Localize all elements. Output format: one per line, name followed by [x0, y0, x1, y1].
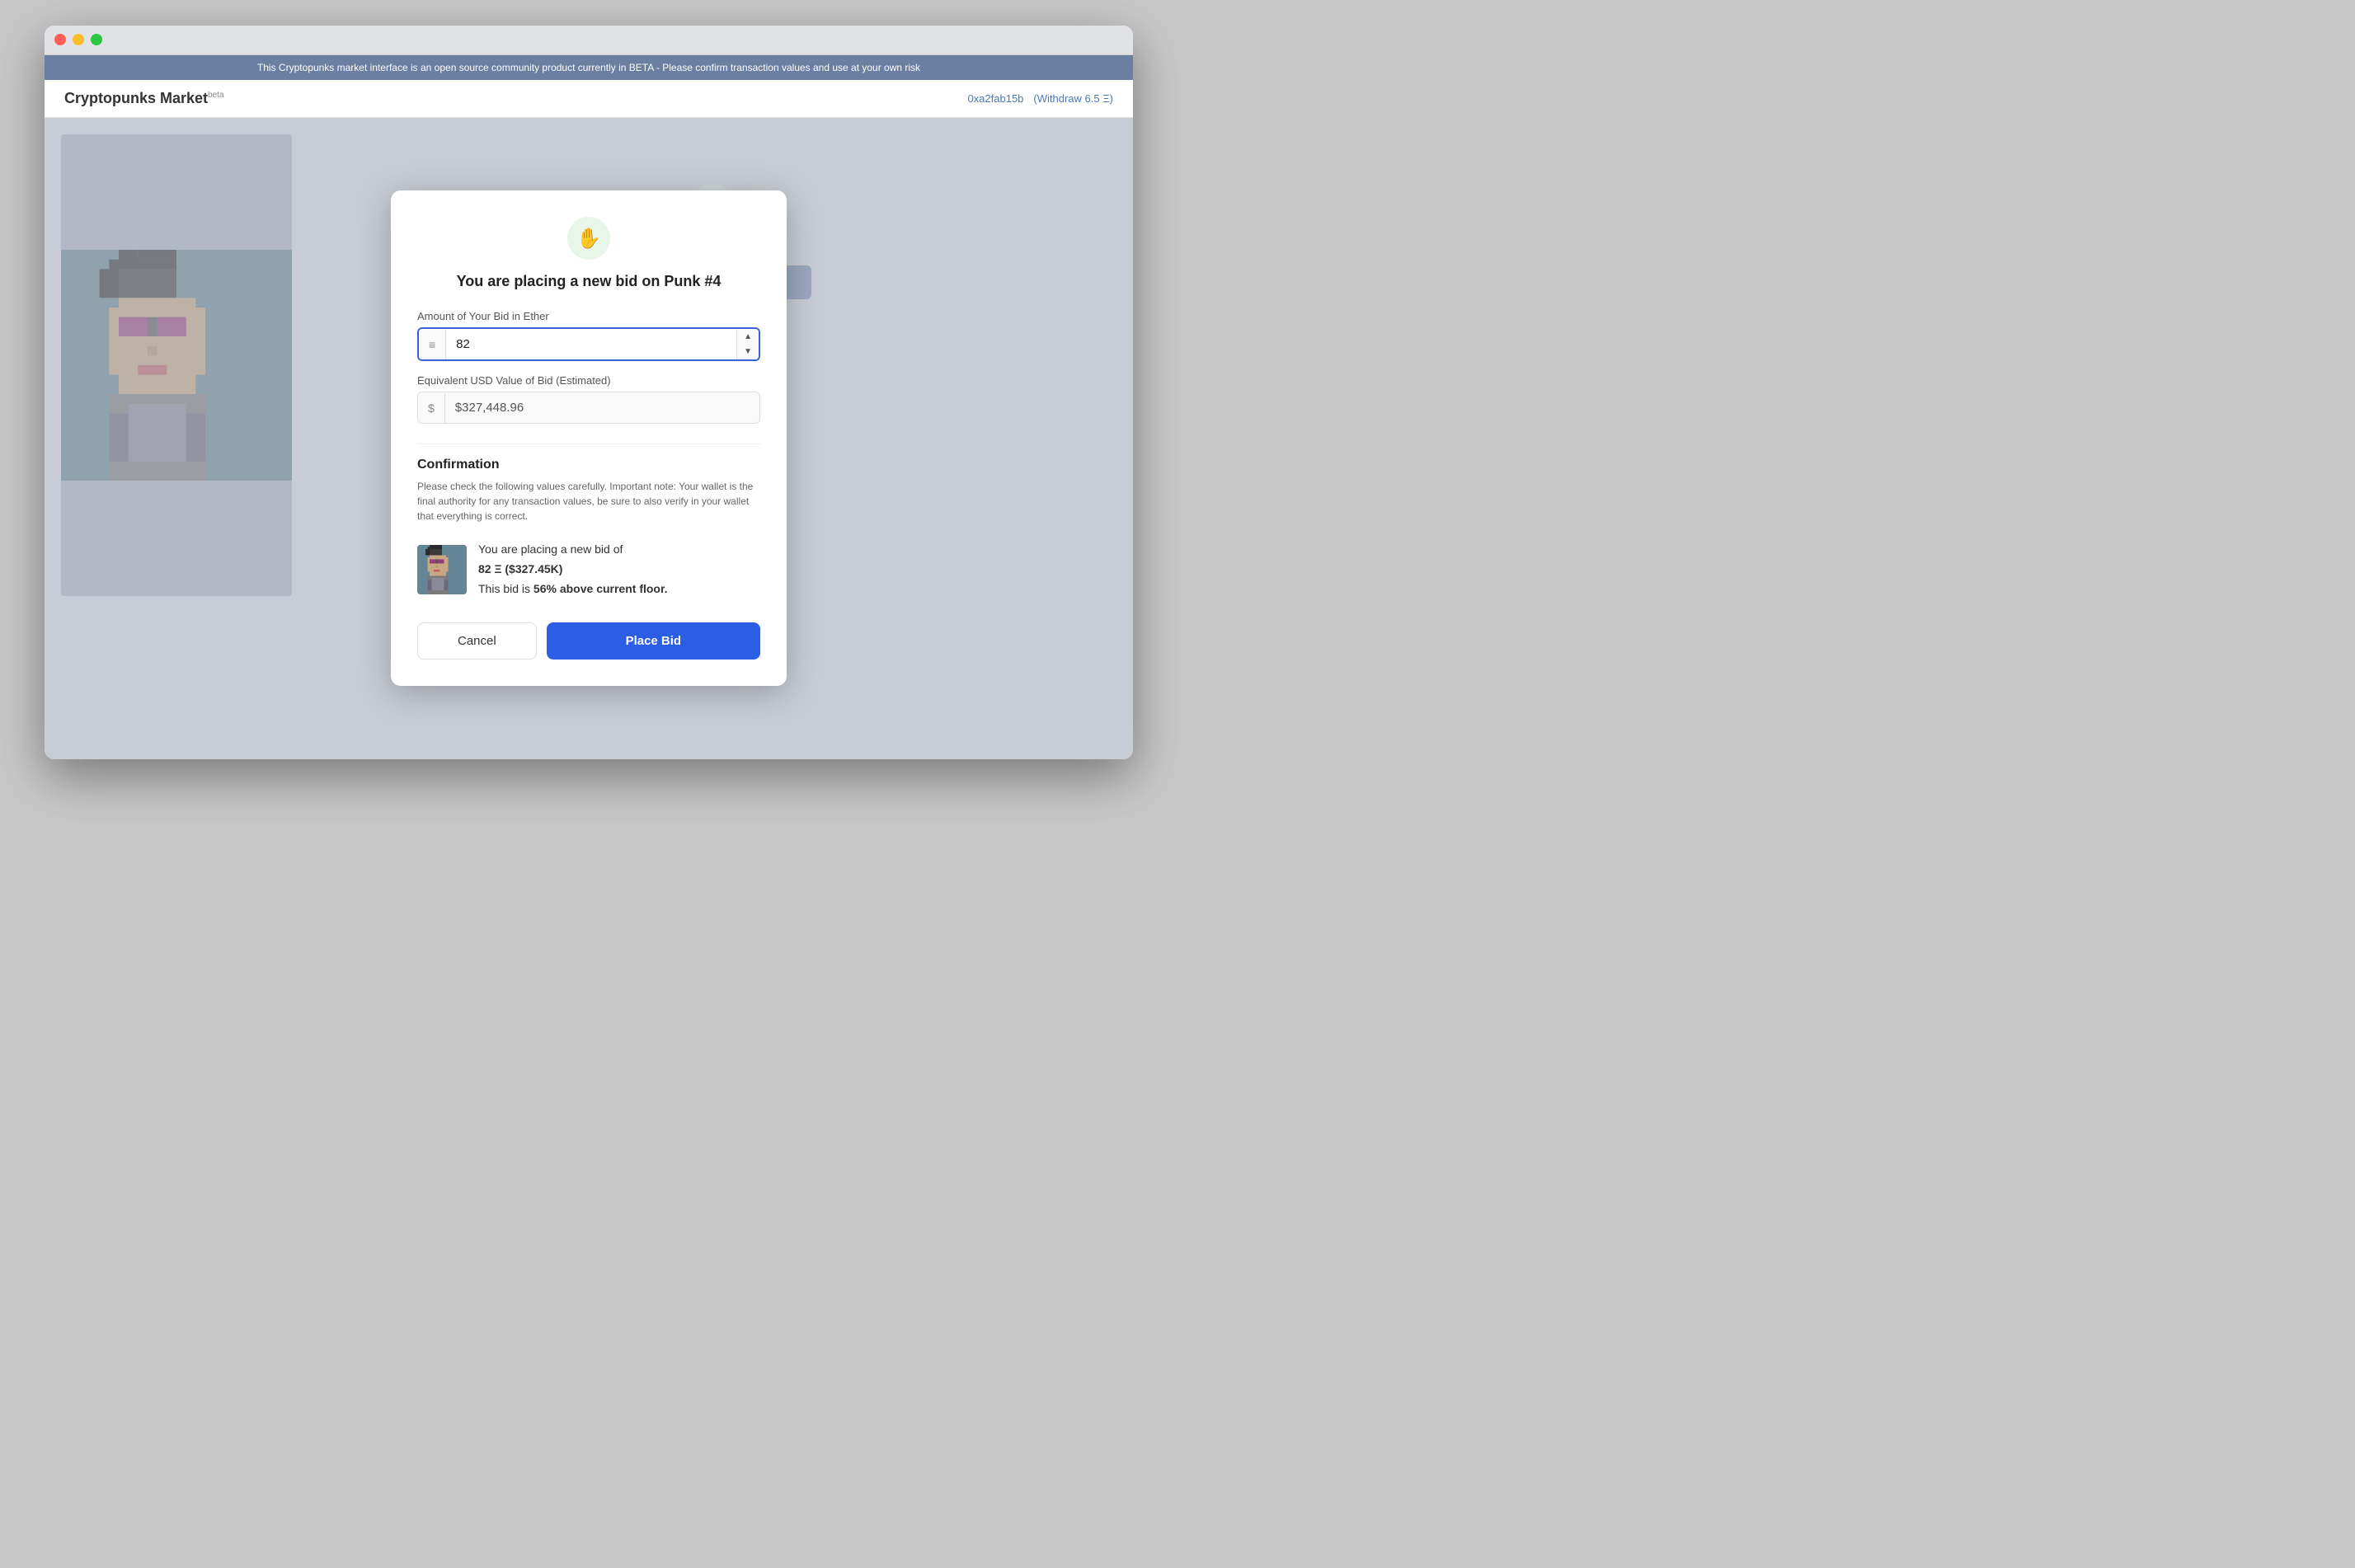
maximize-button[interactable] — [91, 34, 102, 45]
conf-floor-text: This bid is 56% above current floor. — [478, 582, 668, 595]
confirmation-text: You are placing a new bid of 82 Ξ ($327.… — [478, 540, 668, 599]
minimize-button[interactable] — [73, 34, 84, 45]
usd-label: Equivalent USD Value of Bid (Estimated) — [417, 374, 760, 387]
modal-overlay: ✋ You are placing a new bid on Punk #4 A… — [45, 118, 1133, 759]
usd-value-group: Equivalent USD Value of Bid (Estimated) … — [417, 374, 760, 424]
bid-amount-spinner: ▲ ▼ — [736, 330, 759, 359]
bid-amount-label: Amount of Your Bid in Ether — [417, 310, 760, 322]
app-logo: Cryptopunks Marketbeta — [64, 90, 224, 107]
bid-amount-group: Amount of Your Bid in Ether ≡ ▲ ▼ — [417, 310, 760, 361]
title-bar — [45, 26, 1133, 55]
header-right: 0xa2fab15b (Withdraw 6.5 Ξ) — [967, 92, 1113, 105]
modal-hand-icon: ✋ — [567, 217, 610, 260]
punk-thumbnail — [417, 545, 467, 594]
wallet-address[interactable]: 0xa2fab15b — [967, 92, 1023, 105]
app-content: ✋ No Current Bids Bid ✋ You are placing … — [45, 118, 1133, 759]
spinner-down[interactable]: ▼ — [737, 345, 759, 359]
confirmation-card: You are placing a new bid of 82 Ξ ($327.… — [417, 537, 760, 602]
bid-amount-prefix: ≡ — [419, 330, 446, 359]
app-header: Cryptopunks Marketbeta 0xa2fab15b (Withd… — [45, 80, 1133, 118]
cancel-button[interactable]: Cancel — [417, 622, 537, 660]
bid-amount-input-wrapper: ≡ ▲ ▼ — [417, 327, 760, 361]
bid-modal: ✋ You are placing a new bid on Punk #4 A… — [391, 190, 787, 685]
close-button[interactable] — [54, 34, 66, 45]
spinner-up[interactable]: ▲ — [737, 330, 759, 345]
usd-prefix: $ — [418, 393, 445, 423]
usd-input-wrapper: $ — [417, 392, 760, 424]
beta-banner: This Cryptopunks market interface is an … — [45, 55, 1133, 80]
confirmation-section: Confirmation Please check the following … — [417, 458, 760, 602]
confirmation-desc: Please check the following values carefu… — [417, 479, 760, 523]
bid-amount-input[interactable] — [446, 329, 736, 359]
withdraw-link[interactable]: (Withdraw 6.5 Ξ) — [1033, 92, 1113, 105]
confirmation-title: Confirmation — [417, 458, 760, 472]
conf-amount: 82 Ξ ($327.45K) — [478, 562, 562, 575]
usd-input — [445, 392, 759, 423]
modal-actions: Cancel Place Bid — [417, 622, 760, 660]
mac-window: This Cryptopunks market interface is an … — [45, 26, 1133, 759]
modal-title: You are placing a new bid on Punk #4 — [457, 273, 722, 290]
place-bid-button[interactable]: Place Bid — [547, 622, 760, 660]
